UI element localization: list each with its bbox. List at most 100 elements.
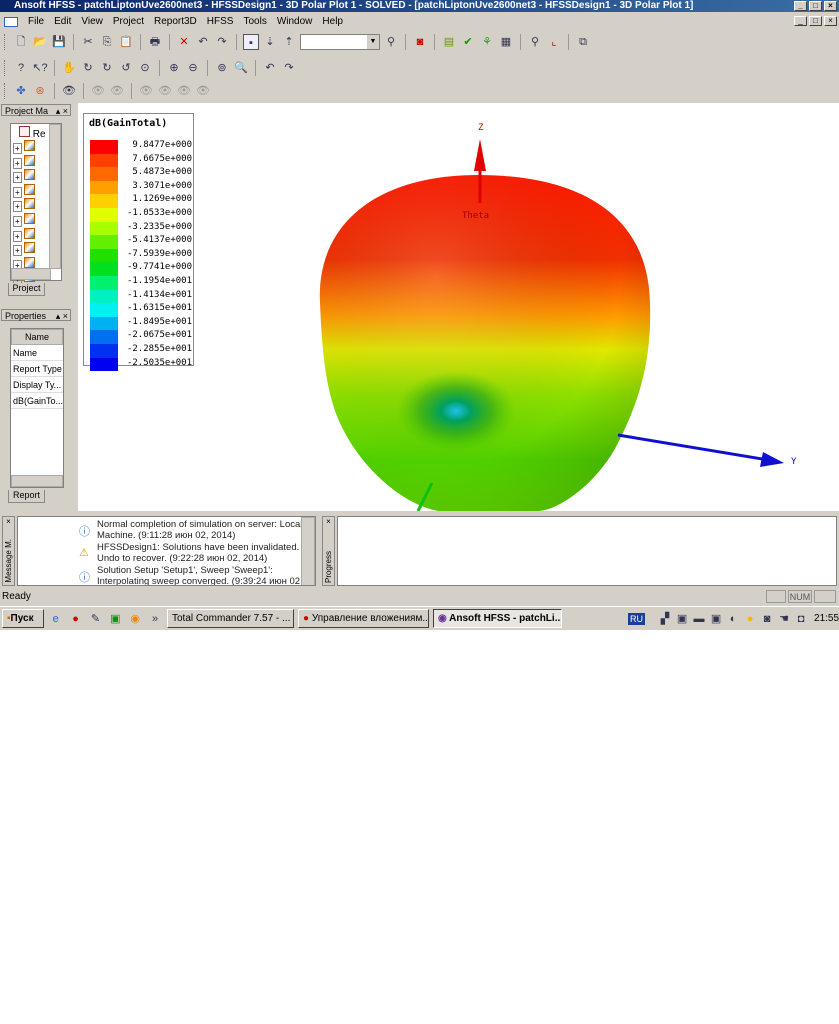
results-icon[interactable]: ⌞ [546, 34, 562, 50]
tree-item[interactable]: + [13, 242, 35, 257]
tray-hand-icon[interactable]: ☚ [776, 611, 792, 627]
maximize-button[interactable]: □ [809, 1, 822, 11]
view-4-icon[interactable]: 👁 [195, 83, 211, 99]
analyze-icon[interactable]: ✔ [460, 34, 476, 50]
property-row[interactable]: dB(GainTo... [11, 393, 63, 409]
tree-item[interactable]: + [13, 183, 35, 198]
menu-hfss[interactable]: HFSS [207, 16, 234, 27]
start-button[interactable]: ▪Пуск [2, 609, 44, 628]
close-button[interactable]: × [824, 1, 837, 11]
mdi-close-button[interactable]: × [824, 16, 837, 26]
tree-item[interactable]: + [13, 154, 35, 169]
document-icon[interactable] [4, 16, 18, 27]
undo-icon[interactable]: ↶ [195, 34, 211, 50]
cut-icon[interactable]: ✂ [80, 34, 96, 50]
show-icon[interactable]: 👁 [61, 83, 77, 99]
mdi-minimize-button[interactable]: _ [794, 16, 807, 26]
tree-root[interactable]: Re [19, 126, 46, 140]
menu-tools[interactable]: Tools [243, 16, 266, 27]
select-icon[interactable]: ▪ [243, 34, 259, 50]
draw-icon[interactable]: ⊛ [32, 83, 48, 99]
menu-view[interactable]: View [81, 16, 103, 27]
hide-icon[interactable]: 👁 [90, 83, 106, 99]
delete-icon[interactable]: ✕ [176, 34, 192, 50]
fit-selection-icon[interactable]: 🔍 [233, 60, 249, 76]
zoom-icon[interactable]: ⊙ [137, 60, 153, 76]
tree-icon[interactable]: ⚲ [383, 34, 399, 50]
save-icon[interactable]: 💾 [51, 34, 67, 50]
menu-project[interactable]: Project [113, 16, 144, 27]
tree-hscrollbar[interactable] [11, 268, 51, 280]
tree-scrollbar[interactable] [49, 124, 61, 269]
tray-monitor-icon[interactable]: ▣ [708, 611, 724, 627]
property-row[interactable]: Report Type [11, 361, 63, 377]
redo-icon[interactable]: ↷ [214, 34, 230, 50]
language-indicator[interactable]: RU [628, 612, 646, 625]
flag-icon[interactable]: ▬ [691, 611, 707, 627]
zoom-out-icon[interactable]: ⊖ [185, 60, 201, 76]
task-ansoft-hfss[interactable]: ◉ Ansoft HFSS - patchLi... [433, 609, 563, 628]
network-icon[interactable]: ▞ [657, 611, 673, 627]
ie-icon[interactable]: e [48, 611, 64, 627]
menu-window[interactable]: Window [277, 16, 313, 27]
properties-hscrollbar[interactable] [11, 475, 63, 487]
fields-icon[interactable]: ⚲ [527, 34, 543, 50]
context-help-icon[interactable]: ↖? [32, 60, 48, 76]
tray-app-icon[interactable]: ▣ [674, 611, 690, 627]
property-row[interactable]: Name [11, 345, 63, 361]
tab-report[interactable]: Report [8, 490, 45, 503]
color-legend[interactable]: dB(GainTotal) 9.8477e+000 7.6675e+000 5.48… [83, 113, 194, 372]
print-icon[interactable]: 🖶 [147, 34, 163, 50]
paste-icon[interactable]: 📋 [118, 34, 134, 50]
opera-icon[interactable]: ● [68, 611, 84, 627]
select-object-icon[interactable]: ⇣ [262, 34, 278, 50]
task-attachments[interactable]: ● Управление вложениям... [298, 609, 429, 628]
message-scrollbar[interactable] [301, 517, 315, 585]
usb-icon[interactable]: ✎ [87, 611, 103, 627]
message-list[interactable]: ⓘ Normal completion of simulation on serv… [17, 516, 316, 586]
selection-dropdown[interactable]: ▼ [300, 34, 380, 50]
tree-item[interactable]: + [13, 227, 35, 242]
property-row[interactable]: Display Ty... [11, 377, 63, 393]
steam-icon[interactable]: ◐ [725, 611, 741, 627]
windows-icon[interactable]: ⧉ [575, 34, 591, 50]
zoom-in-icon[interactable]: ⊕ [166, 60, 182, 76]
close-icon[interactable]: ▴ × [56, 310, 70, 322]
rotate-icon[interactable]: ↻ [80, 60, 96, 76]
view-2-icon[interactable]: 👁 [157, 83, 173, 99]
new-icon[interactable]: 🗋 [13, 34, 29, 50]
mdi-restore-button[interactable]: □ [809, 16, 822, 26]
previous-view-icon[interactable]: ↶ [262, 60, 278, 76]
validate-icon[interactable]: ◙ [412, 34, 428, 50]
pan-icon[interactable]: ✋ [61, 60, 77, 76]
task-total-commander[interactable]: Total Commander 7.57 - ... [166, 609, 295, 628]
3d-plot-viewport[interactable]: Z Y Theta dB(GainTotal) 9.8477e+000 7.667… [78, 103, 839, 511]
open-icon[interactable]: 📂 [32, 34, 48, 50]
chevron-down-icon[interactable]: ▼ [367, 35, 379, 49]
view-1-icon[interactable]: 👁 [138, 83, 154, 99]
help-icon[interactable]: ? [13, 60, 29, 76]
menu-file[interactable]: File [28, 16, 44, 27]
tree-item[interactable]: + [13, 198, 35, 213]
more-icon[interactable]: » [147, 611, 163, 627]
fit-all-icon[interactable]: ⊚ [214, 60, 230, 76]
view-3-icon[interactable]: 👁 [176, 83, 192, 99]
chrome-icon[interactable]: ◉ [127, 611, 143, 627]
menu-report3d[interactable]: Report3D [154, 16, 197, 27]
report-icon[interactable]: ▦ [498, 34, 514, 50]
tray-coin-icon[interactable]: ● [742, 611, 758, 627]
tree-item[interactable]: + [13, 213, 35, 227]
solver-icon[interactable]: ⚘ [479, 34, 495, 50]
tab-project[interactable]: Project [8, 283, 45, 296]
tree-item[interactable]: + [13, 140, 35, 154]
copy-icon[interactable]: ⎘ [99, 34, 115, 50]
rotate-screen-icon[interactable]: ↺ [118, 60, 134, 76]
close-icon[interactable]: ▴ × [56, 105, 70, 117]
menu-edit[interactable]: Edit [54, 16, 71, 27]
minimize-button[interactable]: _ [794, 1, 807, 11]
next-view-icon[interactable]: ↷ [281, 60, 297, 76]
menu-help[interactable]: Help [322, 16, 343, 27]
hide-selected-icon[interactable]: 👁 [109, 83, 125, 99]
tree-item[interactable]: + [13, 169, 35, 184]
coordinate-system-icon[interactable]: ✤ [13, 83, 29, 99]
